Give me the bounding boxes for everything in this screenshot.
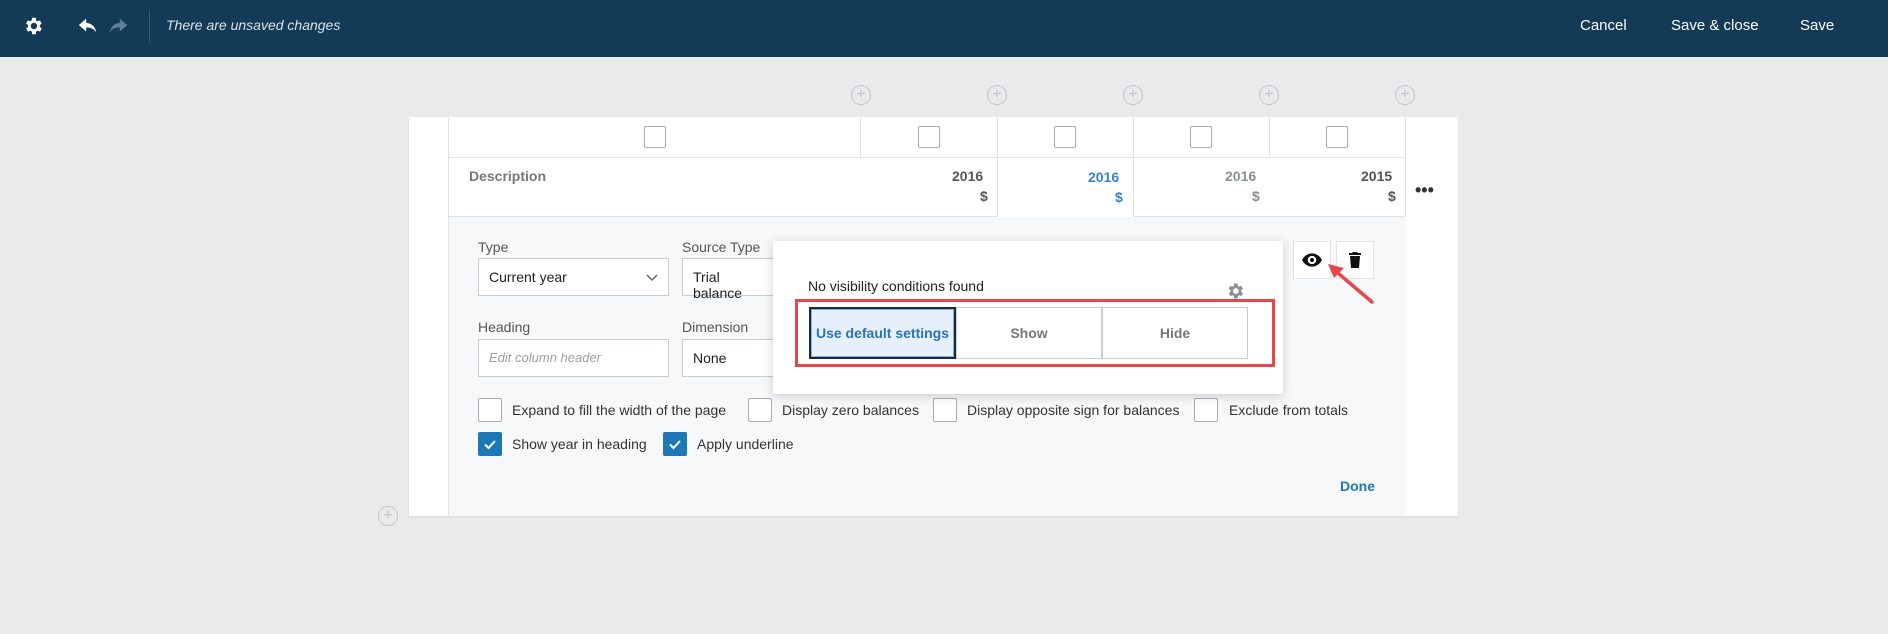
type-select-value: Current year bbox=[489, 269, 567, 285]
unsaved-status: There are unsaved changes bbox=[166, 17, 341, 33]
column-divider bbox=[1133, 117, 1134, 217]
check-icon bbox=[484, 440, 496, 450]
visibility-popover-title: No visibility conditions found bbox=[808, 278, 984, 294]
column-year: 2015 bbox=[1361, 168, 1393, 184]
use-default-settings-option[interactable]: Use default settings bbox=[809, 307, 956, 359]
type-select[interactable]: Current year bbox=[478, 258, 669, 296]
save-close-button[interactable]: Save & close bbox=[1671, 17, 1759, 34]
add-column-icon[interactable]: + bbox=[1123, 85, 1143, 105]
heading-label: Heading bbox=[478, 319, 531, 335]
apply-underline-checkbox[interactable] bbox=[663, 432, 687, 456]
chevron-down-icon bbox=[646, 271, 658, 285]
column-unit: $ bbox=[1115, 189, 1123, 205]
column-select-checkbox[interactable] bbox=[644, 126, 666, 148]
column-unit: $ bbox=[980, 188, 988, 204]
header-divider bbox=[449, 157, 1405, 158]
show-year-checkbox[interactable] bbox=[478, 432, 502, 456]
check-icon bbox=[669, 440, 681, 450]
expand-width-label: Expand to fill the width of the page bbox=[512, 402, 727, 418]
column-divider bbox=[860, 117, 861, 157]
description-header: Description bbox=[469, 168, 547, 184]
opposite-sign-label: Display opposite sign for balances bbox=[967, 402, 1180, 418]
add-row-icon[interactable]: + bbox=[378, 506, 398, 526]
dimension-select[interactable]: None bbox=[682, 339, 782, 377]
column-year: 2016 bbox=[952, 168, 984, 184]
opposite-sign-checkbox[interactable] bbox=[933, 398, 957, 422]
expand-width-checkbox[interactable] bbox=[478, 398, 502, 422]
gear-icon[interactable] bbox=[21, 14, 45, 38]
eye-icon bbox=[1302, 253, 1322, 267]
column-divider bbox=[1269, 117, 1270, 157]
done-button[interactable]: Done bbox=[1340, 478, 1375, 494]
show-option[interactable]: Show bbox=[956, 307, 1102, 359]
add-column-icon[interactable]: + bbox=[1259, 85, 1279, 105]
hide-option[interactable]: Hide bbox=[1102, 307, 1248, 359]
column-unit: $ bbox=[1252, 188, 1260, 204]
heading-input[interactable]: Edit column header bbox=[478, 339, 669, 377]
display-zero-balances-checkbox[interactable] bbox=[748, 398, 772, 422]
column-select-checkbox[interactable] bbox=[1190, 126, 1212, 148]
add-column-icon[interactable]: + bbox=[987, 85, 1007, 105]
column-year: 2016 bbox=[1225, 168, 1257, 184]
show-year-label: Show year in heading bbox=[512, 436, 647, 452]
add-column-icon[interactable]: + bbox=[851, 85, 871, 105]
redo-icon[interactable] bbox=[106, 14, 130, 38]
column-unit: $ bbox=[1388, 188, 1396, 204]
more-options-icon[interactable]: ••• bbox=[1415, 180, 1434, 201]
dimension-value: None bbox=[693, 350, 727, 366]
source-type-label: Source Type bbox=[682, 239, 761, 255]
column-year: 2016 bbox=[1088, 169, 1120, 185]
save-button[interactable]: Save bbox=[1800, 17, 1834, 34]
add-column-icon[interactable]: + bbox=[1395, 85, 1415, 105]
cancel-button[interactable]: Cancel bbox=[1580, 17, 1627, 34]
column-select-checkbox[interactable] bbox=[1054, 126, 1076, 148]
display-zero-balances-label: Display zero balances bbox=[782, 402, 919, 418]
dimension-label: Dimension bbox=[682, 319, 749, 335]
exclude-totals-label: Exclude from totals bbox=[1229, 402, 1349, 418]
column-select-checkbox[interactable] bbox=[918, 126, 940, 148]
undo-icon[interactable] bbox=[76, 14, 100, 38]
annotation-arrow-icon bbox=[1328, 264, 1374, 304]
top-bar: There are unsaved changes Cancel Save & … bbox=[0, 0, 1888, 57]
source-type-select[interactable]: Trial balance bbox=[682, 258, 782, 301]
source-type-value: Trial balance bbox=[693, 269, 743, 301]
apply-underline-label: Apply underline bbox=[697, 436, 794, 452]
column-select-checkbox[interactable] bbox=[1326, 126, 1348, 148]
toolbar-divider bbox=[149, 10, 150, 43]
type-label: Type bbox=[478, 239, 509, 255]
exclude-totals-checkbox[interactable] bbox=[1194, 398, 1218, 422]
column-divider bbox=[997, 117, 998, 217]
